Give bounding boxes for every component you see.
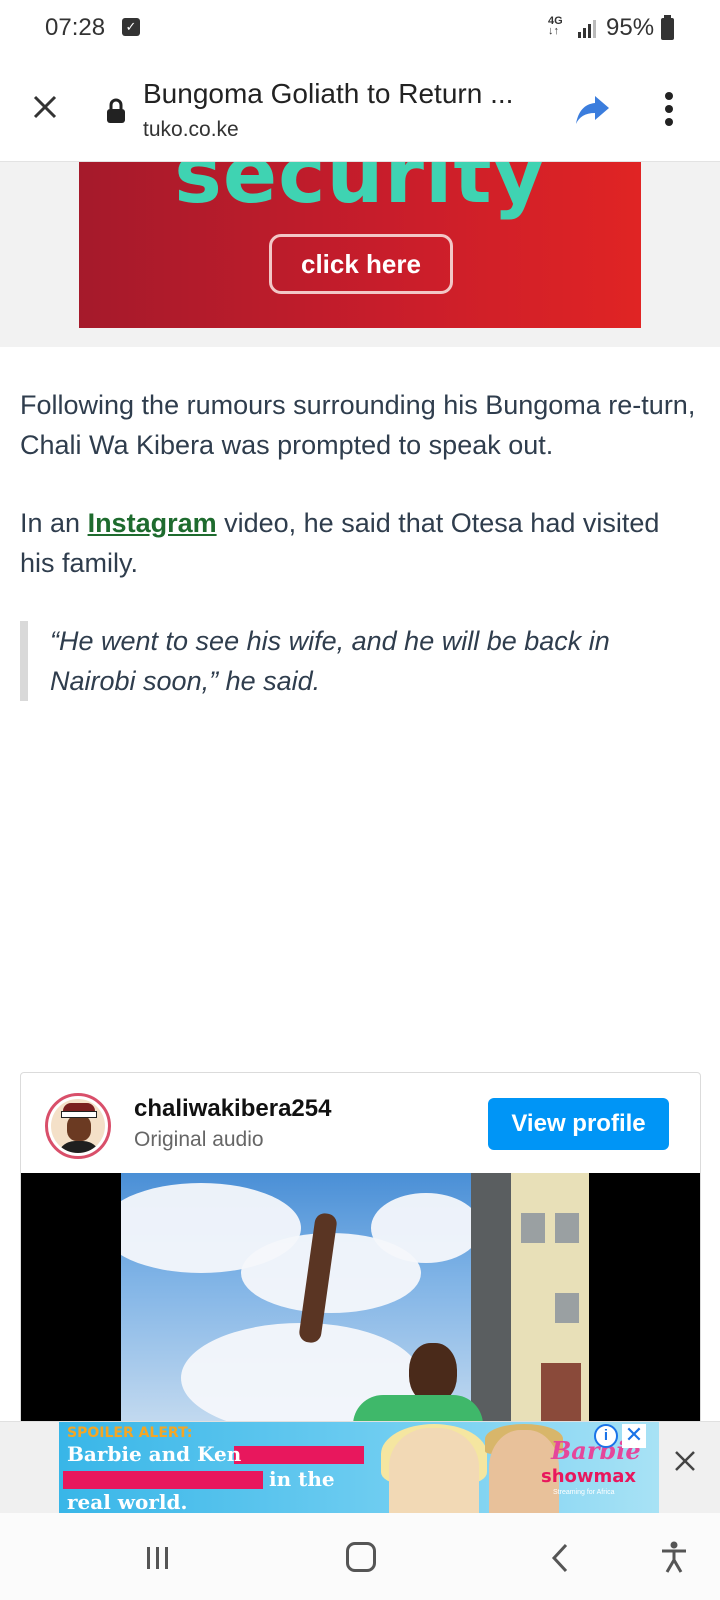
building <box>511 1173 589 1431</box>
window <box>521 1213 545 1243</box>
person-head <box>409 1343 457 1403</box>
instagram-embed: chaliwakibera254 Original audio View pro… <box>20 1072 701 1432</box>
window <box>555 1293 579 1323</box>
network-type-label: 4G <box>548 15 563 27</box>
close-ad-icon[interactable] <box>674 1450 696 1472</box>
top-ad-banner[interactable]: security click here <box>79 162 641 328</box>
ad-click-here-button[interactable]: click here <box>269 234 453 294</box>
ad-figure <box>389 1428 479 1514</box>
avatar-image <box>51 1099 105 1153</box>
view-profile-button[interactable]: View profile <box>488 1098 669 1150</box>
article-paragraph: Following the rumours surrounding his Bu… <box>20 390 696 460</box>
network-type-indicator: 4G ↓↑ <box>548 15 563 37</box>
more-vert-icon[interactable] <box>664 92 674 126</box>
back-icon[interactable] <box>550 1543 570 1573</box>
video-frame <box>121 1173 589 1431</box>
bottom-ad-banner[interactable]: SPOILER ALERT: Barbie and Ken in the rea… <box>59 1422 659 1514</box>
bottom-ad-container: SPOILER ALERT: Barbie and Ken in the rea… <box>0 1421 720 1514</box>
avatar-headband <box>61 1111 97 1118</box>
system-navigation-bar <box>0 1513 720 1600</box>
paragraph-text: In an <box>20 508 88 538</box>
top-ad-container: security click here <box>0 162 720 347</box>
blockquote: “He went to see his wife, and he will be… <box>20 621 700 701</box>
battery-percentage: 95% <box>606 14 655 41</box>
cloud <box>371 1193 481 1263</box>
ad-text-line: in the <box>269 1467 335 1491</box>
avatar-body <box>57 1141 101 1153</box>
status-bar: 07:28 ✓ 4G ↓↑ 95% <box>0 0 720 58</box>
ad-choices-close-icon[interactable]: ✕ <box>622 1424 646 1448</box>
page-url[interactable]: tuko.co.ke <box>143 118 239 142</box>
instagram-audio-label[interactable]: Original audio <box>134 1128 264 1152</box>
home-icon[interactable] <box>346 1542 376 1572</box>
close-icon[interactable] <box>30 92 60 122</box>
avatar[interactable] <box>45 1093 111 1159</box>
instagram-username[interactable]: chaliwakibera254 <box>134 1095 331 1123</box>
ad-text-line: Barbie and Ken <box>67 1442 242 1466</box>
ad-text-line: real world. <box>67 1490 188 1514</box>
ad-redaction-bar <box>63 1471 263 1489</box>
battery-icon <box>661 15 674 40</box>
ad-info-icon[interactable]: i <box>594 1424 618 1448</box>
showmax-logo: showmax <box>541 1466 637 1487</box>
avatar-face <box>67 1115 91 1141</box>
browser-toolbar: Bungoma Goliath to Return ... tuko.co.ke <box>0 58 720 162</box>
status-time: 07:28 <box>45 14 106 41</box>
page-title[interactable]: Bungoma Goliath to Return ... <box>143 78 543 110</box>
window <box>555 1213 579 1243</box>
article-body: Following the rumours surrounding his Bu… <box>20 385 700 701</box>
share-icon[interactable] <box>575 92 611 126</box>
notification-check-icon: ✓ <box>122 18 140 36</box>
lock-icon <box>107 98 125 123</box>
accessibility-icon[interactable] <box>660 1541 688 1573</box>
article-paragraph: In an Instagram video, he said that Otes… <box>20 503 700 583</box>
building <box>471 1173 511 1431</box>
instagram-video[interactable] <box>21 1173 700 1431</box>
showmax-tagline: Streaming for Africa <box>553 1489 615 1496</box>
signal-icon <box>578 20 596 38</box>
instagram-link[interactable]: Instagram <box>88 508 217 538</box>
recent-apps-icon[interactable] <box>146 1546 170 1570</box>
ad-spoiler-text: SPOILER ALERT: <box>67 1425 193 1441</box>
ad-redaction-bar <box>234 1446 364 1464</box>
ad-headline: security <box>174 162 546 221</box>
